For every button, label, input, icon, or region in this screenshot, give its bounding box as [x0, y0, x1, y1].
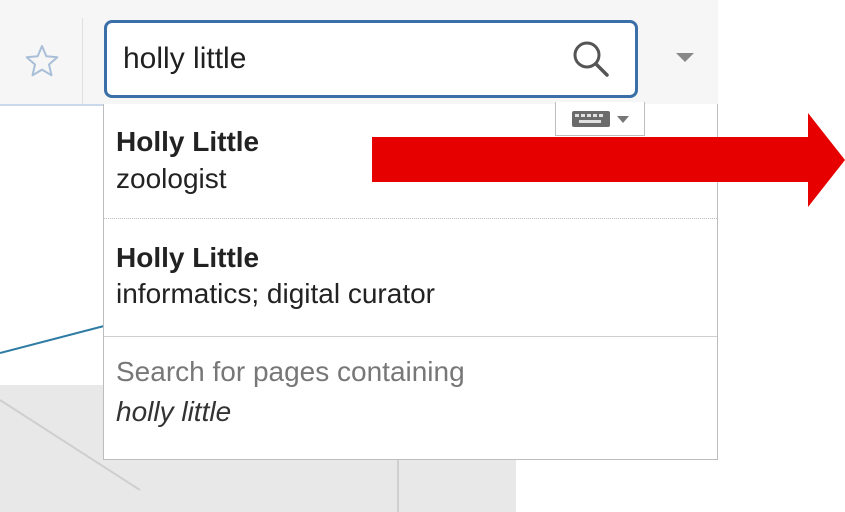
- chevron-down-icon[interactable]: [676, 53, 694, 62]
- search-pages-query: holly little: [116, 396, 232, 427]
- suggestion-description: zoologist: [116, 163, 227, 194]
- arrow-right-icon: [372, 113, 845, 207]
- suggestion-description: informatics; digital curator: [116, 278, 436, 309]
- search-box[interactable]: [104, 20, 638, 98]
- search-pages-label: Search for pages containing: [116, 356, 465, 387]
- bookmark-button[interactable]: [0, 18, 84, 104]
- star-icon: [25, 45, 59, 77]
- search-icon[interactable]: [569, 37, 613, 81]
- toolbar-divider: [82, 18, 83, 104]
- page: Holly Little zoologist Holly Little info…: [0, 0, 845, 512]
- suggestion-title: Holly Little: [116, 242, 260, 273]
- suggestion-title: Holly Little: [116, 126, 260, 157]
- search-pages-option[interactable]: Search for pages containing holly little: [104, 337, 717, 460]
- search-input[interactable]: [123, 33, 563, 85]
- toolbar-underline: [0, 104, 104, 106]
